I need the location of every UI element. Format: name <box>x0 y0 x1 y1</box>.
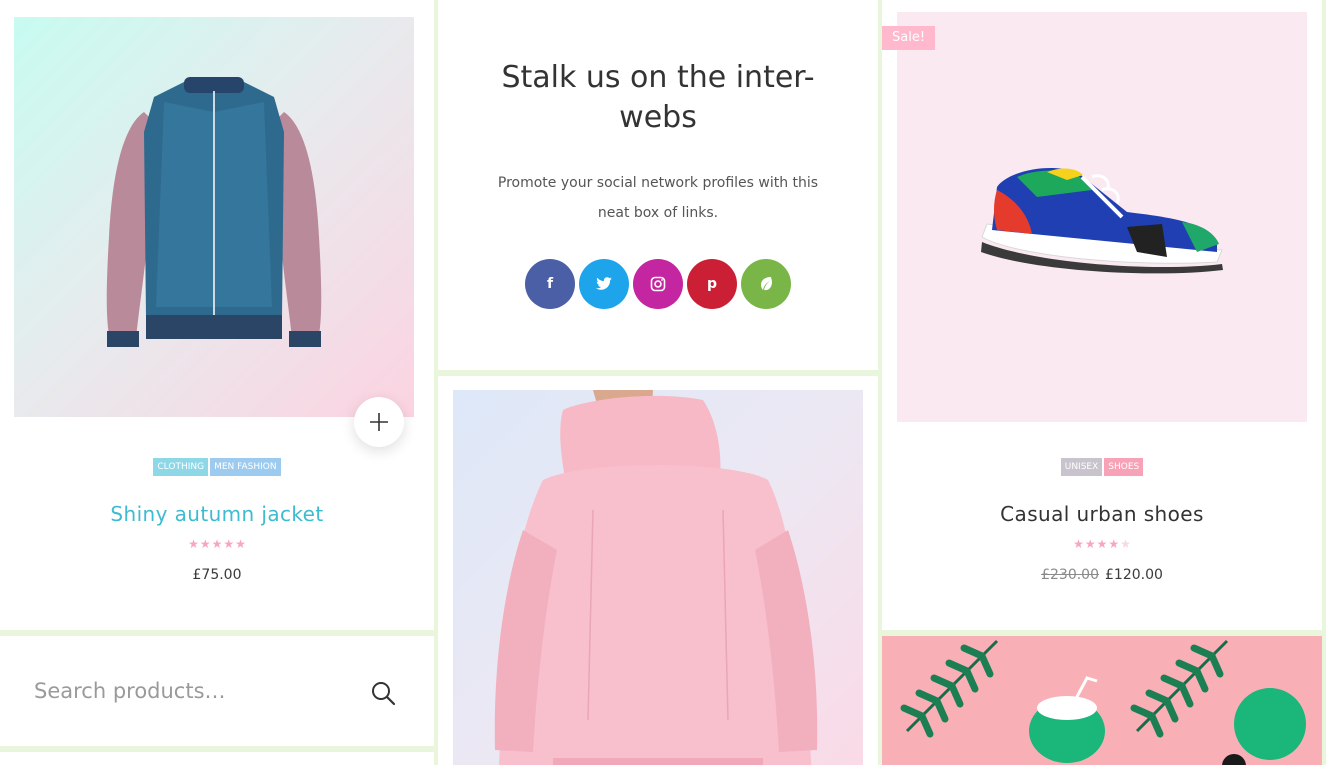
product-card-shoes: Sale! UNISEX SHOES Casual urban shoes ★ … <box>882 0 1322 630</box>
sale-badge: Sale! <box>882 26 936 50</box>
leaf-icon <box>761 277 772 291</box>
star-icon: ★ <box>188 537 199 551</box>
social-widget-title: Stalk us on the inter-webs <box>501 60 815 135</box>
coconut-icon <box>1029 676 1105 763</box>
plus-icon <box>370 413 388 431</box>
star-icon: ★ <box>1073 537 1084 551</box>
pinterest-icon: p <box>706 276 718 292</box>
instagram-link[interactable] <box>633 259 683 309</box>
product-card-jacket: CLOTHING MEN FASHION Shiny autumn jacket… <box>0 0 434 630</box>
category-tag-men-fashion[interactable]: MEN FASHION <box>210 458 281 476</box>
twitter-icon <box>596 277 612 290</box>
product-title[interactable]: Casual urban shoes <box>882 502 1322 526</box>
houzz-link[interactable] <box>741 259 791 309</box>
star-icon: ★ <box>199 537 211 551</box>
social-links: f p <box>438 259 878 309</box>
social-links-widget: Stalk us on the inter-webs Promote your … <box>438 0 878 370</box>
dark-dot-shape <box>1222 754 1246 765</box>
search-input[interactable] <box>14 666 344 716</box>
social-widget-text: Promote your social network profiles wit… <box>497 175 819 221</box>
hoodie-image[interactable] <box>453 390 863 765</box>
search-icon <box>372 682 396 706</box>
product-price: £75.00 <box>0 567 434 583</box>
twitter-link[interactable] <box>579 259 629 309</box>
leaf-branch-icon <box>900 639 999 738</box>
star-rating: ★ ★ ★ ★ ★ <box>0 537 434 551</box>
hoodie-illustration <box>494 390 818 765</box>
leaf-branch-icon <box>1130 639 1229 738</box>
current-price: £120.00 <box>1105 567 1163 583</box>
star-rating: ★ ★ ★ ★ ★ <box>882 537 1322 551</box>
star-icon: ★ <box>1084 537 1096 551</box>
product-card-hoodie <box>438 376 878 765</box>
facebook-link[interactable]: f <box>525 259 575 309</box>
star-empty-icon: ★ <box>1120 537 1131 551</box>
widget-panel <box>0 752 434 765</box>
category-tags: UNISEX SHOES <box>882 458 1322 476</box>
green-circle-shape <box>1234 688 1306 760</box>
category-tags: CLOTHING MEN FASHION <box>0 458 434 476</box>
product-title[interactable]: Shiny autumn jacket <box>0 502 434 526</box>
instagram-icon <box>650 276 666 292</box>
current-price: £75.00 <box>192 567 242 583</box>
quick-view-button[interactable] <box>354 397 404 447</box>
star-icon: ★ <box>235 537 246 551</box>
facebook-icon: f <box>546 276 554 292</box>
star-icon: ★ <box>1096 537 1108 551</box>
jacket-image[interactable] <box>14 17 414 417</box>
old-price: £230.00 <box>1041 567 1099 583</box>
star-icon: ★ <box>1108 537 1120 551</box>
category-tag-clothing[interactable]: CLOTHING <box>153 458 209 476</box>
star-icon: ★ <box>223 537 235 551</box>
category-tag-shoes[interactable]: SHOES <box>1104 458 1144 476</box>
category-tag-unisex[interactable]: UNISEX <box>1060 458 1103 476</box>
pinterest-link[interactable]: p <box>687 259 737 309</box>
sneaker-image[interactable] <box>897 12 1307 422</box>
sneaker-illustration <box>981 167 1223 274</box>
search-button[interactable] <box>362 672 404 714</box>
banner-illustration <box>900 639 1306 765</box>
jacket-illustration <box>106 77 322 347</box>
star-icon: ★ <box>211 537 223 551</box>
product-price: £230.00 £120.00 <box>882 567 1322 583</box>
tropical-banner-image[interactable] <box>882 636 1322 765</box>
